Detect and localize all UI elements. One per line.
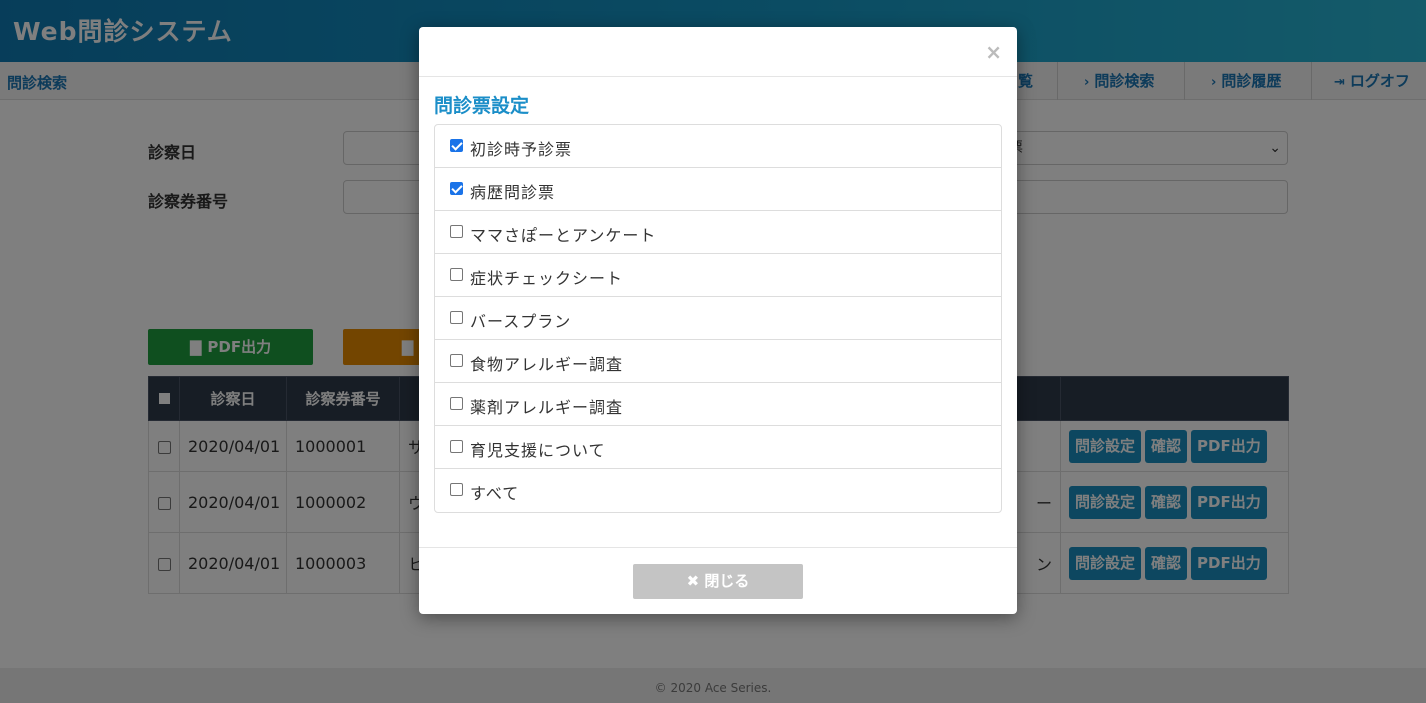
option-checkbox[interactable] [450, 354, 463, 367]
modal-footer: ✖ 閉じる [419, 547, 1017, 614]
option-checkbox[interactable] [450, 139, 463, 152]
list-item[interactable]: 育児支援について [435, 426, 1001, 469]
list-item[interactable]: 病歴問診票 [435, 168, 1001, 211]
option-checkbox[interactable] [450, 483, 463, 496]
option-checkbox[interactable] [450, 225, 463, 238]
close-icon[interactable]: × [985, 40, 1002, 64]
option-label: 食物アレルギー調査 [470, 355, 624, 374]
questionnaire-option-list: 初診時予診票 病歴問診票 ママさぽーとアンケート 症状チェックシート バースプラ… [434, 124, 1002, 513]
list-item[interactable]: すべて [435, 469, 1001, 512]
option-checkbox[interactable] [450, 397, 463, 410]
option-label: 症状チェックシート [470, 269, 624, 288]
option-checkbox[interactable] [450, 182, 463, 195]
list-item[interactable]: 食物アレルギー調査 [435, 340, 1001, 383]
list-item[interactable]: 薬剤アレルギー調査 [435, 383, 1001, 426]
list-item[interactable]: ママさぽーとアンケート [435, 211, 1001, 254]
modal-title: 問診票設定 [434, 95, 530, 117]
close-x-icon: ✖ [686, 572, 700, 590]
option-label: バースプラン [470, 312, 572, 331]
modal-header: × [419, 27, 1017, 77]
list-item[interactable]: バースプラン [435, 297, 1001, 340]
option-label: 育児支援について [470, 441, 606, 460]
close-button-label: 閉じる [704, 572, 750, 590]
close-button[interactable]: ✖ 閉じる [633, 564, 803, 599]
option-label: すべて [470, 484, 520, 503]
list-item[interactable]: 症状チェックシート [435, 254, 1001, 297]
option-label: 初診時予診票 [470, 140, 573, 159]
option-label: ママさぽーとアンケート [470, 226, 657, 245]
option-checkbox[interactable] [450, 440, 463, 453]
option-checkbox[interactable] [450, 311, 463, 324]
list-item[interactable]: 初診時予診票 [435, 125, 1001, 168]
option-label: 病歴問診票 [470, 183, 556, 202]
questionnaire-settings-modal: × 問診票設定 初診時予診票 病歴問診票 ママさぽーとアンケート 症状チェックシ… [419, 27, 1017, 614]
option-label: 薬剤アレルギー調査 [470, 398, 624, 417]
option-checkbox[interactable] [450, 268, 463, 281]
